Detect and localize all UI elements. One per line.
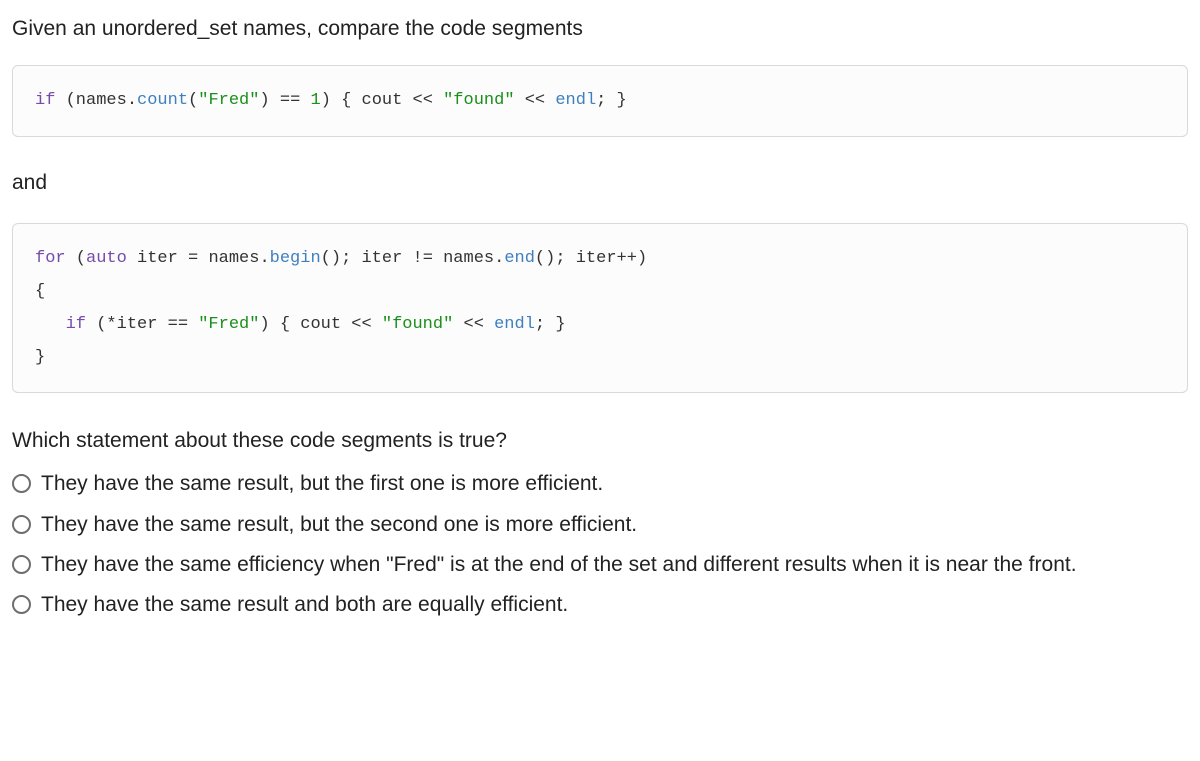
option-label: They have the same result, but the first… xyxy=(41,469,1188,499)
string-literal: "Fred" xyxy=(198,315,259,334)
radio-icon[interactable] xyxy=(12,595,31,614)
fn-count: count xyxy=(137,91,188,110)
code-text: << xyxy=(453,315,494,334)
radio-icon[interactable] xyxy=(12,555,31,574)
string-literal: "found" xyxy=(443,91,514,110)
string-literal: "Fred" xyxy=(198,91,259,110)
code-text: (*iter == xyxy=(86,315,198,334)
fn-end: end xyxy=(504,249,535,268)
code-text: iter = names. xyxy=(127,249,270,268)
code-block-1: if (names.count("Fred") == 1) { cout << … xyxy=(12,65,1188,136)
builtin-endl: endl xyxy=(555,91,596,110)
number-literal: 1 xyxy=(310,91,320,110)
code-text: ; } xyxy=(535,315,566,334)
option-1[interactable]: They have the same result, but the first… xyxy=(12,469,1188,499)
code-text xyxy=(35,315,66,334)
code-text: { xyxy=(35,282,45,301)
code-text: (names. xyxy=(55,91,137,110)
option-4[interactable]: They have the same result and both are e… xyxy=(12,590,1188,620)
code-text: (); iter != names. xyxy=(321,249,505,268)
option-3[interactable]: They have the same efficiency when "Fred… xyxy=(12,550,1188,580)
code-text: ) { cout << xyxy=(259,315,381,334)
code-text: } xyxy=(35,348,45,367)
code-text: ( xyxy=(188,91,198,110)
string-literal: "found" xyxy=(382,315,453,334)
keyword-for: for xyxy=(35,249,66,268)
question-intro: Given an unordered_set names, compare th… xyxy=(12,14,1188,43)
keyword-auto: auto xyxy=(86,249,127,268)
radio-icon[interactable] xyxy=(12,474,31,493)
fn-begin: begin xyxy=(270,249,321,268)
option-label: They have the same result and both are e… xyxy=(41,590,1188,620)
options-group: They have the same result, but the first… xyxy=(12,469,1188,621)
option-label: They have the same efficiency when "Fred… xyxy=(41,550,1188,580)
keyword-if: if xyxy=(66,315,86,334)
option-2[interactable]: They have the same result, but the secon… xyxy=(12,510,1188,540)
code-text: (); iter++) xyxy=(535,249,647,268)
code-block-2: for (auto iter = names.begin(); iter != … xyxy=(12,223,1188,394)
code-text: << xyxy=(515,91,556,110)
option-label: They have the same result, but the secon… xyxy=(41,510,1188,540)
code-text: ) == xyxy=(259,91,310,110)
code-text: ; } xyxy=(596,91,627,110)
code-text: ) { cout << xyxy=(321,91,443,110)
separator-and: and xyxy=(12,171,1188,195)
keyword-if: if xyxy=(35,91,55,110)
question-prompt: Which statement about these code segment… xyxy=(12,429,1188,453)
builtin-endl: endl xyxy=(494,315,535,334)
code-text: ( xyxy=(66,249,86,268)
radio-icon[interactable] xyxy=(12,515,31,534)
